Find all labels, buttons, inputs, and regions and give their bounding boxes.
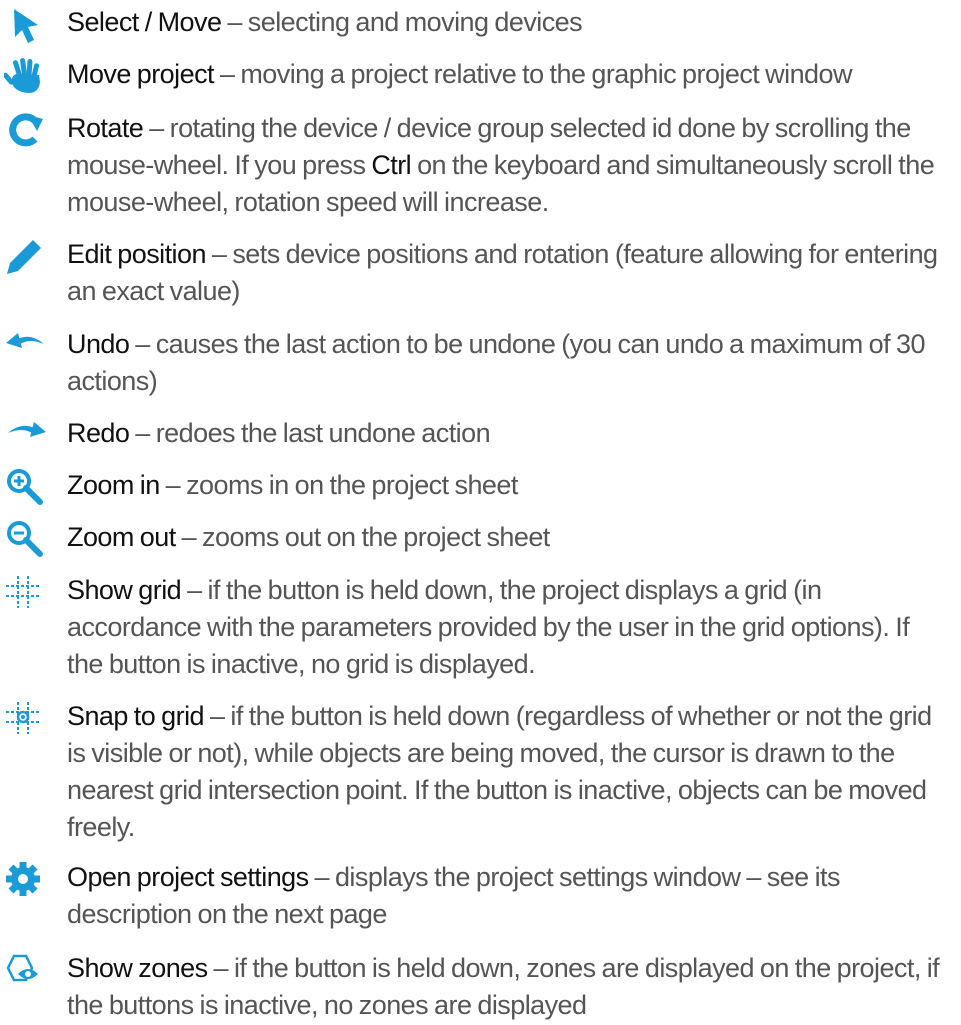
tool-description: selecting and moving devices	[247, 7, 583, 37]
tool-name: Open project settings	[67, 862, 309, 892]
tool-name: Rotate	[67, 113, 144, 143]
redo-icon	[4, 415, 48, 455]
gear-icon	[4, 859, 48, 899]
undo-icon	[4, 326, 48, 366]
key-ctrl: Ctrl	[371, 150, 412, 180]
entry-text: Select / Move – selecting and moving dev…	[67, 7, 583, 37]
entry-text: Open project settings – displays the pro…	[67, 862, 841, 929]
tool-description: zooms out on the project sheet	[202, 522, 550, 552]
tool-name: Zoom out	[67, 522, 176, 552]
cursor-arrow-icon	[4, 6, 48, 46]
entry-text: Redo – redoes the last undone action	[67, 418, 491, 448]
snap-to-grid-icon	[4, 698, 48, 738]
tool-name: Zoom in	[67, 470, 160, 500]
zones-eye-icon	[4, 950, 48, 990]
tool-description: zooms in on the project sheet	[186, 470, 518, 500]
rotate-icon	[4, 110, 48, 150]
tool-name: Select / Move	[67, 7, 222, 37]
entry-text: Snap to grid – if the button is held dow…	[67, 701, 932, 842]
pencil-icon	[4, 236, 48, 276]
tool-description: moving a project relative to the graphic…	[240, 59, 852, 89]
entry-text: Move project – moving a project relative…	[67, 59, 852, 89]
entry-text: Edit position – sets device positions an…	[67, 239, 938, 306]
tool-name: Snap to grid	[67, 701, 205, 731]
tool-name: Show grid	[67, 575, 182, 605]
entry-text: Show zones – if the button is held down,…	[67, 953, 940, 1020]
tool-name: Move project	[67, 59, 215, 89]
tool-name: Edit position	[67, 239, 207, 269]
tool-description: causes the last action to be undone (you…	[67, 329, 926, 396]
hand-icon	[4, 56, 48, 96]
tool-name: Show zones	[67, 953, 208, 983]
tool-description: redoes the last undone action	[155, 418, 491, 448]
entry-text: Zoom out – zooms out on the project shee…	[67, 522, 550, 552]
grid-icon	[4, 572, 48, 612]
entry-text: Undo – causes the last action to be undo…	[67, 329, 926, 396]
entry-text: Show grid – if the button is held down, …	[67, 575, 910, 679]
toolbar-legend: Select / Move – selecting and moving dev…	[0, 0, 961, 1025]
tool-name: Redo	[67, 418, 130, 448]
zoom-in-icon	[4, 467, 48, 507]
tool-name: Undo	[67, 329, 130, 359]
entry-text: Zoom in – zooms in on the project sheet	[67, 470, 518, 500]
entry-text: Rotate – rotating the device / device gr…	[67, 113, 935, 217]
zoom-out-icon	[4, 519, 48, 559]
